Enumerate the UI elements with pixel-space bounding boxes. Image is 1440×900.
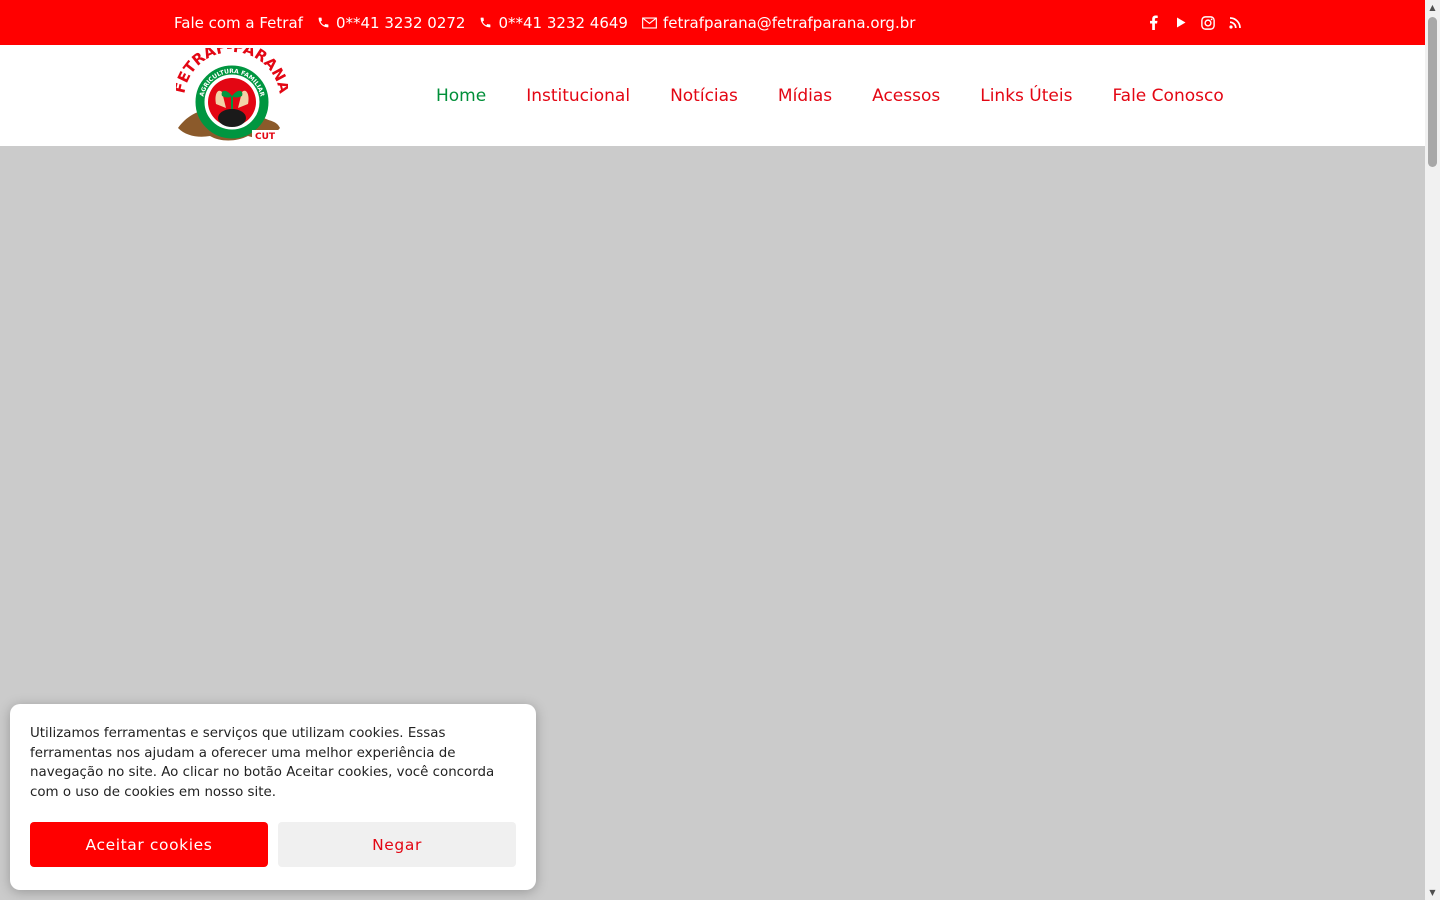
phone-1-text: 0**41 3232 0272	[335, 13, 466, 32]
phone-2-text: 0**41 3232 4649	[498, 13, 628, 32]
phone-icon	[318, 17, 329, 28]
phone-1[interactable]: 0**41 3232 0272	[317, 13, 466, 32]
scroll-thumb[interactable]	[1428, 17, 1437, 167]
facebook-icon[interactable]	[1140, 15, 1167, 30]
nav-item-links-uteis[interactable]: Links Úteis	[960, 86, 1092, 106]
top-contact-bar: Fale com a Fetraf 0**41 3232 0272 0**41 …	[0, 0, 1425, 45]
nav-item-fale-conosco[interactable]: Fale Conosco	[1092, 86, 1243, 106]
social-links	[1140, 0, 1248, 45]
phone-icon	[481, 17, 491, 28]
nav-item-acessos[interactable]: Acessos	[852, 86, 960, 106]
scroll-down-arrow-icon[interactable]: ▼	[1425, 885, 1440, 900]
nav-item-midias[interactable]: Mídias	[758, 86, 852, 106]
fetraf-logo[interactable]: FETRAF-PARANÁ AGRICULTURA FAMILIAR CUT	[170, 38, 294, 144]
nav-item-noticias[interactable]: Notícias	[650, 86, 758, 106]
instagram-icon[interactable]	[1194, 15, 1221, 30]
scroll-up-arrow-icon[interactable]: ▲	[1425, 0, 1440, 15]
contact-label-text: Fale com a Fetraf	[174, 13, 303, 32]
main-nav: Home Institucional Notícias Mídias Acess…	[416, 45, 1244, 146]
contact-info: Fale com a Fetraf 0**41 3232 0272 0**41 …	[174, 0, 929, 45]
page: Fale com a Fetraf 0**41 3232 0272 0**41 …	[0, 0, 1440, 900]
page-scrollbar[interactable]: ▲ ▼	[1425, 0, 1440, 900]
logo-cut-badge: CUT	[255, 132, 276, 142]
accept-cookies-button[interactable]: Aceitar cookies	[30, 822, 268, 867]
cookie-message: Utilizamos ferramentas e serviços que ut…	[30, 726, 495, 800]
rss-icon[interactable]	[1221, 16, 1248, 29]
mail-icon	[642, 16, 657, 29]
site-header: FETRAF-PARANÁ AGRICULTURA FAMILIAR CUT H…	[0, 38, 1425, 146]
contact-label: Fale com a Fetraf	[174, 14, 303, 32]
nav-item-home[interactable]: Home	[416, 86, 506, 106]
phone-2[interactable]: 0**41 3232 4649	[479, 14, 628, 32]
cookie-consent-banner: Utilizamos ferramentas e serviços que ut…	[10, 704, 536, 890]
email-text: fetrafparana@fetrafparana.org.br	[662, 13, 916, 32]
youtube-icon[interactable]	[1167, 17, 1194, 28]
email-link[interactable]: fetrafparana@fetrafparana.org.br	[642, 14, 915, 32]
nav-item-institucional[interactable]: Institucional	[506, 86, 650, 106]
deny-cookies-button[interactable]: Negar	[278, 822, 516, 867]
